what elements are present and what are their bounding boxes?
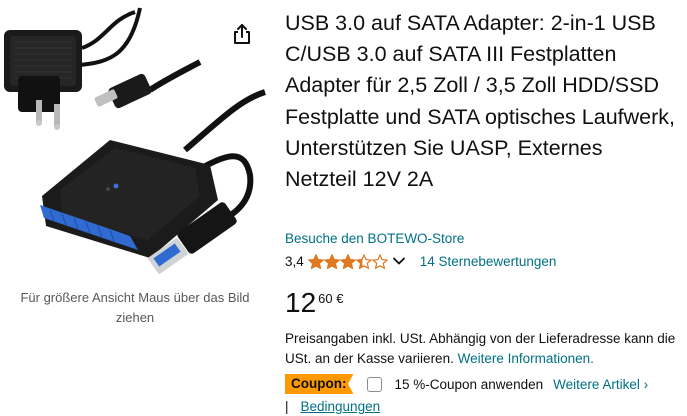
star-icon: [339, 253, 356, 269]
share-icon[interactable]: [230, 22, 254, 46]
tax-info-link[interactable]: Weitere Informationen.: [458, 351, 594, 366]
image-hover-hint: Für größere Ansicht Maus über das Bild z…: [20, 290, 250, 325]
coupon-row: Coupon: 15 %-Coupon anwenden Weitere Art…: [285, 373, 648, 395]
coupon-checkbox[interactable]: [367, 376, 383, 392]
chevron-down-icon[interactable]: [392, 254, 406, 268]
coupon-badge: Coupon:: [285, 374, 354, 394]
tax-info: Preisangaben inkl. USt. Abhängig von der…: [285, 329, 680, 369]
price-fraction: 60 €: [318, 291, 344, 306]
star-icon: [355, 253, 372, 269]
price: 12 60 €: [285, 287, 343, 319]
image-panel: Für größere Ansicht Maus über das Bild z…: [0, 0, 270, 415]
rating-row: 3,4 14 Sternebewertungen: [285, 251, 556, 271]
more-items-link[interactable]: Weitere Artikel ›: [553, 377, 648, 392]
star-icon: [371, 253, 388, 269]
ratings-count-link[interactable]: 14 Sternebewertungen: [420, 254, 557, 269]
conditions-link[interactable]: Bedingungen: [301, 398, 381, 416]
separator: |: [285, 399, 289, 414]
rating-value: 3,4: [285, 253, 304, 269]
price-whole: 12: [285, 287, 317, 318]
star-icon: [323, 253, 340, 269]
product-title: USB 3.0 auf SATA Adapter: 2-in-1 USB C/U…: [285, 11, 675, 192]
star-icon: [307, 253, 324, 269]
coupon-label[interactable]: 15 %-Coupon anwenden: [394, 377, 543, 392]
conditions-row: | Bedingungen: [285, 398, 380, 416]
star-rating[interactable]: [307, 253, 388, 269]
store-link[interactable]: Besuche den BOTEWO-Store: [285, 231, 464, 246]
